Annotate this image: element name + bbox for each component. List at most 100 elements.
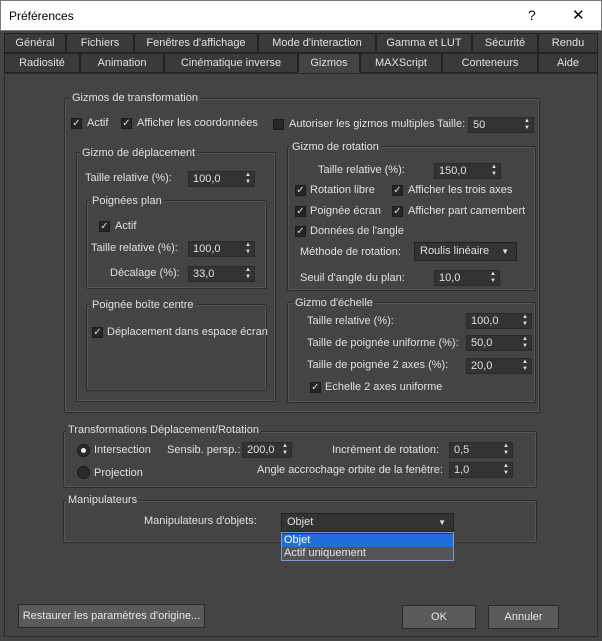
decalage-spinner[interactable]: 33,0 ▲ ▼ (188, 266, 255, 282)
deplacement-ecran-label: Déplacement dans espace écran (107, 326, 268, 338)
tab-animation[interactable]: Animation (80, 53, 164, 73)
methode-select[interactable]: Roulis linéaire ▼ (414, 242, 517, 261)
spinner-arrows-icon[interactable]: ▲ ▼ (245, 242, 251, 256)
taille-rel-spinner[interactable]: 100,0 ▲ ▼ (188, 171, 255, 187)
autoriser-label: Autoriser les gizmos multiples (289, 118, 435, 130)
uniforme-value: 50,0 (471, 337, 493, 349)
restore-defaults-button[interactable]: Restaurer les paramètres d'origine... (18, 604, 205, 628)
projection-label: Projection (94, 467, 143, 479)
sensib-spinner[interactable]: 200,0 ▲ ▼ (242, 442, 292, 458)
option-actif-uniquement[interactable]: Actif uniquement (282, 547, 453, 560)
echelle-taille-label: Taille relative (%): (307, 315, 394, 327)
option-objet[interactable]: Objet (282, 534, 453, 547)
methode-value: Roulis linéaire (420, 245, 490, 257)
ok-button[interactable]: OK (402, 605, 476, 629)
spinner-arrows-icon[interactable]: ▲ ▼ (524, 118, 530, 132)
cancel-button[interactable]: Annuler (488, 605, 559, 629)
autoriser-checkbox[interactable] (273, 119, 284, 130)
spinner-arrows-icon[interactable]: ▲ ▼ (245, 267, 251, 281)
rotation-libre-label: Rotation libre (310, 184, 375, 196)
group-label: Manipulateurs (66, 494, 140, 506)
taille-rel-value: 100,0 (193, 173, 221, 185)
angle-value: 1,0 (454, 464, 470, 476)
poignees-taille-value: 100,0 (193, 243, 221, 255)
tab-securite[interactable]: Sécurité (472, 33, 538, 53)
tab-rendu[interactable]: Rendu (538, 33, 598, 53)
trois-axes-checkbox[interactable]: ✓ (392, 185, 403, 196)
spinner-arrows-icon[interactable]: ▲ ▼ (245, 172, 251, 186)
uniforme-label: Taille de poignée uniforme (%): (307, 337, 459, 349)
group-label: Gizmo de rotation (290, 141, 381, 153)
spinner-arrows-icon[interactable]: ▲ ▼ (522, 359, 528, 373)
deplacement-ecran-checkbox[interactable]: ✓ (92, 327, 103, 338)
poignee-ecran-label: Poignée écran (310, 205, 381, 217)
actif-label: Actif (87, 117, 109, 129)
tab-radiosite[interactable]: Radiosité (4, 53, 80, 73)
poignee-ecran-checkbox[interactable]: ✓ (295, 206, 306, 217)
rotation-taille-value: 150,0 (439, 165, 467, 177)
tab-general[interactable]: Général (4, 33, 66, 53)
echelle-taille-value: 100,0 (471, 315, 499, 327)
tab-fenetres[interactable]: Fenêtres d'affichage (134, 33, 258, 53)
decalage-label: Décalage (%): (110, 267, 180, 279)
donnees-angle-checkbox[interactable]: ✓ (295, 226, 306, 237)
increment-value: 0,5 (454, 444, 470, 456)
taille-value: 50 (473, 119, 486, 131)
poignees-taille-label: Taille relative (%): (91, 242, 178, 254)
echelle-2axes-checkbox[interactable]: ✓ (310, 382, 321, 393)
help-button[interactable]: ? (528, 7, 536, 23)
spinner-arrows-icon[interactable]: ▲ ▼ (491, 164, 497, 178)
taille-rel-label: Taille relative (%): (85, 172, 172, 184)
seuil-spinner[interactable]: 10,0 ▲ ▼ (434, 270, 500, 286)
group-label: Poignée boîte centre (90, 299, 196, 311)
tab-fichiers[interactable]: Fichiers (66, 33, 134, 53)
rotation-taille-spinner[interactable]: 150,0 ▲ ▼ (434, 163, 501, 179)
increment-spinner[interactable]: 0,5 ▲ ▼ (449, 442, 513, 458)
manipulateurs-select[interactable]: Objet ▼ (281, 513, 454, 532)
group-label: Gizmo d'échelle (293, 297, 375, 309)
intersection-radio[interactable] (77, 444, 90, 457)
spinner-arrows-icon[interactable]: ▲ ▼ (522, 314, 528, 328)
deux-axes-spinner[interactable]: 20,0 ▲ ▼ (466, 358, 532, 374)
group-boite-centre (86, 304, 267, 391)
taille-spinner[interactable]: 50 ▲ ▼ (468, 117, 534, 133)
afficher-coords-checkbox[interactable]: ✓ (121, 118, 132, 129)
rotation-libre-checkbox[interactable]: ✓ (295, 185, 306, 196)
uniforme-spinner[interactable]: 50,0 ▲ ▼ (466, 335, 532, 351)
echelle-taille-spinner[interactable]: 100,0 ▲ ▼ (466, 313, 532, 329)
close-icon[interactable]: ✕ (572, 6, 585, 24)
sensib-label: Sensib. persp.: (167, 444, 241, 456)
projection-radio[interactable] (77, 466, 90, 479)
window-title: Préférences (9, 9, 74, 23)
tab-gizmos[interactable]: Gizmos (298, 53, 360, 73)
camembert-label: Afficher part camembert (408, 205, 526, 217)
taille-label: Taille: (437, 118, 466, 130)
angle-spinner[interactable]: 1,0 ▲ ▼ (449, 462, 513, 478)
spinner-arrows-icon[interactable]: ▲ ▼ (503, 443, 509, 457)
manipulateurs-dropdown[interactable]: Objet Actif uniquement (281, 532, 454, 561)
poignees-actif-label: Actif (115, 220, 137, 232)
group-label: Transformations Déplacement/Rotation (66, 424, 261, 436)
tab-cinematique[interactable]: Cinématique inverse (164, 53, 298, 73)
tab-gamma[interactable]: Gamma et LUT (376, 33, 472, 53)
spinner-arrows-icon[interactable]: ▲ ▼ (282, 443, 288, 457)
tab-mode-interaction[interactable]: Mode d'interaction (258, 33, 376, 53)
seuil-value: 10,0 (439, 272, 461, 284)
poignees-taille-spinner[interactable]: 100,0 ▲ ▼ (188, 241, 255, 257)
group-label: Gizmo de déplacement (80, 147, 198, 159)
group-label: Gizmos de transformation (70, 92, 200, 104)
tab-maxscript[interactable]: MAXScript (360, 53, 442, 73)
camembert-checkbox[interactable]: ✓ (392, 206, 403, 217)
tab-aide[interactable]: Aide (538, 53, 598, 73)
group-label: Poignées plan (90, 195, 164, 207)
spinner-arrows-icon[interactable]: ▲ ▼ (522, 336, 528, 350)
deux-axes-label: Taille de poignée 2 axes (%): (307, 359, 449, 371)
chevron-down-icon: ▼ (501, 247, 509, 256)
methode-label: Méthode de rotation: (300, 246, 401, 258)
spinner-arrows-icon[interactable]: ▲ ▼ (503, 463, 509, 477)
poignees-actif-checkbox[interactable]: ✓ (99, 221, 110, 232)
tab-conteneurs[interactable]: Conteneurs (442, 53, 538, 73)
actif-checkbox[interactable]: ✓ (71, 118, 82, 129)
spinner-arrows-icon[interactable]: ▲ ▼ (490, 271, 496, 285)
manipulateurs-value: Objet (287, 516, 314, 528)
